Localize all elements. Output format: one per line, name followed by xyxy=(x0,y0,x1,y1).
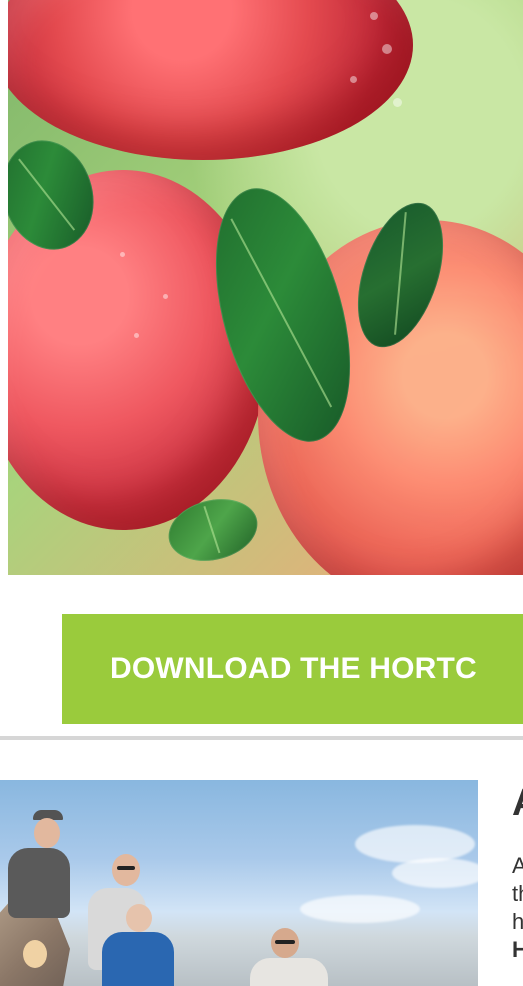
section-divider xyxy=(0,736,523,740)
water-drop xyxy=(370,12,378,20)
child-left xyxy=(15,940,60,986)
article-body-line: A xyxy=(512,853,523,878)
download-banner-button[interactable]: DOWNLOAD THE HORTC xyxy=(62,614,523,724)
article-body: A th h H xyxy=(512,852,523,964)
water-drop xyxy=(134,333,139,338)
water-drop xyxy=(163,294,168,299)
sunglasses xyxy=(117,866,135,870)
person-left xyxy=(8,810,78,930)
article-body-line: h xyxy=(512,909,523,934)
apple-photo xyxy=(8,0,523,575)
water-drop xyxy=(120,252,125,257)
cloud xyxy=(392,858,478,888)
head xyxy=(23,940,47,968)
shirt xyxy=(250,958,328,986)
water-drop xyxy=(382,44,392,54)
cloud xyxy=(355,825,475,863)
shirt xyxy=(8,848,70,918)
download-banner-label: DOWNLOAD THE HORTC xyxy=(110,652,477,685)
water-drop xyxy=(393,98,402,107)
sunglasses xyxy=(275,940,295,944)
person-right xyxy=(250,928,328,986)
article-body-line: H xyxy=(512,937,523,962)
article-body-line: th xyxy=(512,881,523,906)
head xyxy=(126,904,152,932)
head xyxy=(34,818,60,848)
head xyxy=(112,854,140,886)
cloud xyxy=(300,895,420,923)
person-center xyxy=(102,904,174,986)
shirt xyxy=(102,932,174,986)
article-heading: A xyxy=(512,782,523,825)
water-drop xyxy=(350,76,357,83)
people-photo xyxy=(0,780,478,986)
